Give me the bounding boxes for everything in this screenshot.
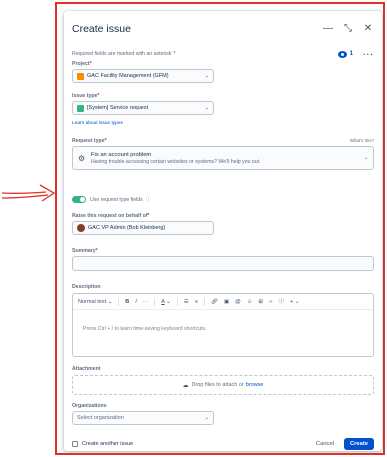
request-type-title: Fix an account problem	[91, 151, 152, 158]
request-type-select[interactable]: ⚙ Fix an account problem Having trouble …	[72, 146, 374, 170]
avatar	[77, 224, 85, 232]
raise-on-behalf-value: GAC VP Admin (Bob Kleinberg)	[88, 225, 166, 231]
toolbar-divider	[118, 297, 120, 306]
description-label: Description	[72, 284, 101, 290]
insert-button[interactable]: + ⌄	[290, 298, 299, 306]
watch-button[interactable]: 1	[337, 50, 353, 58]
request-type-fields-toggle[interactable]	[72, 196, 86, 203]
eye-icon	[337, 50, 347, 58]
numbered-list-icon[interactable]: ≡	[195, 298, 198, 306]
more-actions-icon[interactable]: ···	[363, 50, 374, 59]
editor-toolbar: Normal text ⌄ B I ··· A ⌄ ☰ ≡ 🔗︎ ▣ @ ☺ ⊞	[73, 294, 373, 310]
text-color-button[interactable]: A ⌄	[161, 298, 171, 306]
upload-cloud-icon: ☁	[182, 382, 189, 389]
text-style-dropdown[interactable]: Normal text ⌄	[78, 298, 112, 306]
attachment-dropzone[interactable]: ☁ Drop files to attach or browse	[72, 375, 374, 395]
bullet-list-icon[interactable]: ☰	[184, 298, 189, 306]
organizations-placeholder: Select organization	[77, 415, 124, 421]
create-another-checkbox[interactable]	[72, 441, 78, 447]
raise-on-behalf-select[interactable]: GAC VP Admin (Bob Kleinberg)	[72, 221, 214, 235]
italic-button[interactable]: I	[135, 298, 137, 306]
organizations-label: Organizations	[72, 403, 107, 409]
create-button[interactable]: Create	[343, 438, 374, 450]
cancel-button[interactable]: Cancel	[316, 441, 334, 447]
organizations-select[interactable]: Select organization ⌄	[72, 411, 214, 425]
issue-type-label: Issue type*	[72, 93, 100, 99]
required-note-row: Required fields are marked with an aster…	[72, 47, 374, 61]
drop-files-text: Drop files to attach or	[191, 382, 244, 388]
info-panel-icon[interactable]: ⓘ	[279, 298, 285, 306]
account-problem-icon: ⚙	[78, 153, 86, 163]
chevron-down-icon: ⌄	[204, 73, 209, 79]
request-type-description: Having trouble accessing certain website…	[91, 158, 261, 165]
bold-button[interactable]: B	[125, 298, 129, 306]
create-issue-dialog: Create issue — ⤡ ✕ Required fields are m…	[64, 11, 382, 451]
issue-type-value: [System] Service request	[87, 105, 149, 111]
summary-label: Summary*	[72, 248, 98, 254]
chevron-down-icon: ⌄	[363, 155, 368, 161]
header-controls: — ⤡ ✕	[322, 23, 374, 35]
project-select[interactable]: GAC Facility Management (GFM) ⌄	[72, 69, 214, 83]
toolbar-divider	[203, 297, 205, 306]
chevron-down-icon: ⌄	[204, 105, 209, 111]
minimize-icon[interactable]: —	[322, 23, 334, 35]
watchers-count: 1	[349, 51, 353, 57]
request-type-text: Fix an account problem Having trouble ac…	[91, 152, 261, 165]
request-type-label: Request type*	[72, 138, 107, 144]
dialog-title: Create issue	[72, 23, 131, 35]
dialog-footer: Create another issue Cancel Create	[72, 438, 374, 450]
whats-this-link[interactable]: What's this?	[350, 138, 374, 143]
toggle-label: Use request type fields	[90, 196, 143, 203]
chevron-down-icon: ⌄	[204, 415, 209, 421]
red-highlight-frame: Create issue — ⤡ ✕ Required fields are m…	[55, 2, 385, 455]
project-value: GAC Facility Management (GFM)	[87, 73, 169, 79]
description-editor[interactable]: Normal text ⌄ B I ··· A ⌄ ☰ ≡ 🔗︎ ▣ @ ☺ ⊞	[72, 293, 374, 357]
more-formatting-button[interactable]: ···	[143, 298, 149, 306]
screenshot-page: Create issue — ⤡ ✕ Required fields are m…	[0, 0, 387, 457]
red-annotation-arrow	[1, 184, 56, 202]
link-icon[interactable]: 🔗︎	[211, 298, 218, 306]
service-request-icon	[77, 104, 84, 112]
learn-issue-types-link[interactable]: Learn about issue types	[72, 121, 123, 126]
mention-icon[interactable]: @	[235, 298, 241, 306]
toolbar-divider	[176, 297, 178, 306]
issue-type-select[interactable]: [System] Service request ⌄	[72, 101, 214, 115]
project-icon	[77, 72, 84, 80]
project-label: Project*	[72, 61, 92, 67]
summary-input[interactable]	[72, 256, 374, 271]
table-icon[interactable]: ⊞	[258, 298, 263, 306]
collapse-icon[interactable]: ⤡	[342, 23, 354, 35]
request-type-fields-toggle-row: Use request type fields ⓘ	[72, 196, 151, 203]
code-icon[interactable]: ‹›	[269, 298, 273, 306]
browse-link[interactable]: browse	[246, 382, 264, 388]
toolbar-divider	[154, 297, 156, 306]
raise-on-behalf-label: Raise this request on behalf of*	[72, 213, 150, 219]
emoji-icon[interactable]: ☺	[247, 298, 253, 306]
close-icon[interactable]: ✕	[362, 23, 374, 35]
info-icon[interactable]: ⓘ	[146, 196, 151, 203]
required-star: *	[173, 51, 176, 57]
editor-placeholder: Press Ctrl + / to learn time-saving keyb…	[83, 326, 207, 332]
dialog-header: Create issue — ⤡ ✕	[72, 19, 374, 39]
required-note: Required fields are marked with an aster…	[72, 51, 172, 57]
create-another-label: Create another issue	[82, 441, 134, 447]
image-icon[interactable]: ▣	[224, 298, 229, 306]
attachment-label: Attachment	[72, 366, 101, 372]
